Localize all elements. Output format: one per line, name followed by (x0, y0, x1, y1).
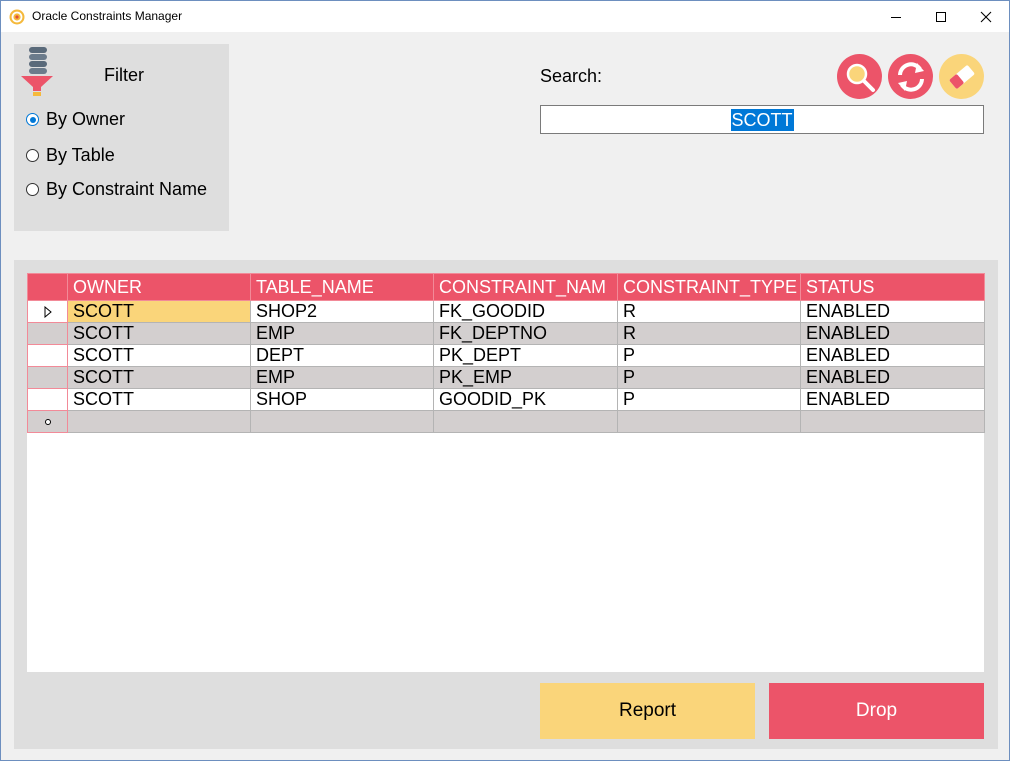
search-label: Search: (540, 66, 603, 86)
maximize-icon (936, 11, 946, 22)
row-header[interactable] (27, 388, 68, 411)
table-cell[interactable]: ENABLED (800, 344, 985, 367)
table-row[interactable]: SCOTT EMP PK_EMP P ENABLED (27, 366, 985, 389)
table-cell[interactable]: PK_EMP (433, 366, 618, 389)
maximize-button[interactable] (918, 1, 964, 32)
app-window: Oracle Constraints Manager Filter By Own… (0, 0, 1010, 761)
constraints-grid[interactable]: OWNER TABLE_NAME CONSTRAINT_NAM CONSTRAI… (27, 273, 985, 672)
table-cell[interactable] (433, 410, 618, 433)
radio-by-table[interactable]: By Table (26, 145, 115, 166)
report-button[interactable]: Report (540, 683, 755, 739)
table-cell[interactable]: P (617, 366, 801, 389)
table-cell[interactable]: ENABLED (800, 300, 985, 323)
grid-header-row: OWNER TABLE_NAME CONSTRAINT_NAM CONSTRAI… (27, 273, 985, 301)
table-cell[interactable]: ENABLED (800, 322, 985, 345)
table-cell[interactable]: SHOP (250, 388, 434, 411)
table-cell[interactable]: EMP (250, 322, 434, 345)
row-header[interactable] (27, 322, 68, 345)
radio-button-checked[interactable] (26, 113, 39, 126)
table-cell[interactable]: SHOP2 (250, 300, 434, 323)
table-cell[interactable]: SCOTT (67, 366, 251, 389)
table-cell[interactable] (617, 410, 801, 433)
current-row-arrow-icon (44, 305, 52, 318)
minimize-button[interactable] (873, 1, 919, 32)
table-cell[interactable] (800, 410, 985, 433)
table-cell[interactable]: DEPT (250, 344, 434, 367)
radio-button[interactable] (26, 183, 39, 196)
table-cell[interactable]: SCOTT (67, 300, 251, 323)
title-bar[interactable]: Oracle Constraints Manager (1, 1, 1009, 32)
radio-label-by-constraint-name: By Constraint Name (46, 179, 208, 199)
table-cell[interactable]: SCOTT (67, 322, 251, 345)
row-header[interactable] (27, 300, 68, 323)
window-title: Oracle Constraints Manager (32, 9, 183, 23)
table-cell[interactable]: P (617, 388, 801, 411)
table-row[interactable]: SCOTT SHOP2 FK_GOODID R ENABLED (27, 300, 985, 323)
grid-panel: OWNER TABLE_NAME CONSTRAINT_NAM CONSTRAI… (14, 260, 998, 749)
database-filter-icon (20, 46, 54, 98)
table-row[interactable]: SCOTT DEPT PK_DEPT P ENABLED (27, 344, 985, 367)
search-input[interactable]: SCOTT (540, 105, 984, 134)
table-cell[interactable]: P (617, 344, 801, 367)
table-cell[interactable]: FK_DEPTNO (433, 322, 618, 345)
radio-button[interactable] (26, 149, 39, 162)
refresh-button[interactable] (888, 54, 933, 99)
table-cell[interactable]: GOODID_PK (433, 388, 618, 411)
search-button[interactable] (837, 54, 882, 99)
radio-label-by-table: By Table (46, 145, 115, 165)
table-cell[interactable]: ENABLED (800, 366, 985, 389)
table-cell[interactable]: R (617, 322, 801, 345)
clear-button[interactable] (939, 54, 984, 99)
table-cell[interactable]: PK_DEPT (433, 344, 618, 367)
oracle-app-icon (9, 9, 25, 25)
new-row-icon (44, 418, 51, 425)
radio-by-owner[interactable]: By Owner (26, 109, 125, 130)
column-header-status[interactable]: STATUS (800, 273, 985, 301)
filter-title: Filter (104, 65, 144, 85)
column-header-constraint-name[interactable]: CONSTRAINT_NAM (433, 273, 618, 301)
table-cell[interactable]: SCOTT (67, 388, 251, 411)
column-header-constraint-type[interactable]: CONSTRAINT_TYPE (617, 273, 801, 301)
filter-panel: Filter By Owner By Table By Constraint N… (14, 44, 229, 231)
radio-label-by-owner: By Owner (46, 109, 126, 129)
drop-button[interactable]: Drop (769, 683, 984, 739)
table-cell[interactable]: SCOTT (67, 344, 251, 367)
minimize-icon (891, 16, 901, 18)
table-row[interactable]: SCOTT EMP FK_DEPTNO R ENABLED (27, 322, 985, 345)
table-cell[interactable]: FK_GOODID (433, 300, 618, 323)
table-cell[interactable]: R (617, 300, 801, 323)
table-cell[interactable] (250, 410, 434, 433)
new-row[interactable] (27, 410, 985, 433)
row-header-corner (27, 273, 68, 301)
table-cell[interactable] (67, 410, 251, 433)
table-row[interactable]: SCOTT SHOP GOODID_PK P ENABLED (27, 388, 985, 411)
close-icon (980, 11, 992, 22)
table-cell[interactable]: EMP (250, 366, 434, 389)
radio-by-constraint-name[interactable]: By Constraint Name (26, 179, 207, 200)
row-header[interactable] (27, 410, 68, 433)
column-header-owner[interactable]: OWNER (67, 273, 251, 301)
refresh-icon (897, 61, 924, 92)
table-cell[interactable]: ENABLED (800, 388, 985, 411)
search-input-value: SCOTT (730, 108, 794, 131)
search-icon (846, 63, 875, 92)
column-header-table-name[interactable]: TABLE_NAME (250, 273, 434, 301)
row-header[interactable] (27, 344, 68, 367)
close-button[interactable] (963, 1, 1009, 32)
eraser-icon (949, 65, 974, 88)
row-header[interactable] (27, 366, 68, 389)
